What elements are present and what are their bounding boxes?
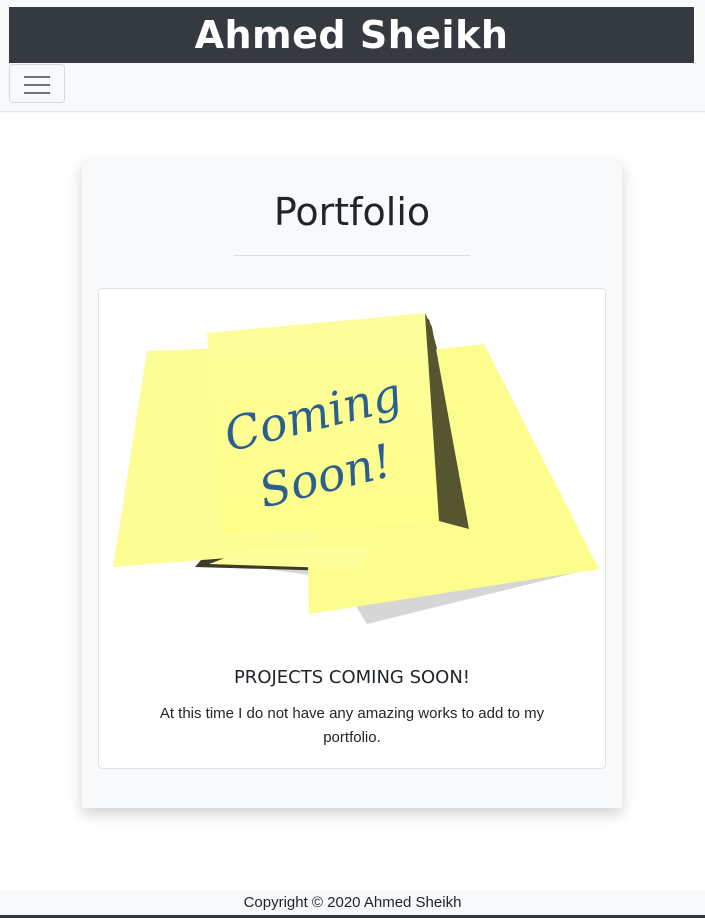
card-title: PROJECTS COMING SOON! <box>233 667 471 688</box>
title-divider <box>234 255 470 256</box>
page: Ahmed Sheikh Portfolio Coming Soon! PROJ… <box>0 0 705 918</box>
footer: Copyright © 2020 Ahmed Sheikh <box>0 890 705 918</box>
navbar: Ahmed Sheikh <box>0 0 705 112</box>
copyright-text: Copyright © 2020 Ahmed Sheikh <box>243 894 462 911</box>
coming-soon-image: Coming Soon! <box>113 313 599 624</box>
card-text: At this time I do not have any amazing w… <box>159 705 545 746</box>
portfolio-section: Portfolio Coming Soon! PROJECTS COMING S… <box>82 160 622 808</box>
section-title: Portfolio <box>273 190 431 234</box>
project-card: Coming Soon! PROJECTS COMING SOON! At th… <box>98 288 606 769</box>
menu-toggle-button[interactable] <box>9 64 65 103</box>
brand-title[interactable]: Ahmed Sheikh <box>9 7 694 63</box>
